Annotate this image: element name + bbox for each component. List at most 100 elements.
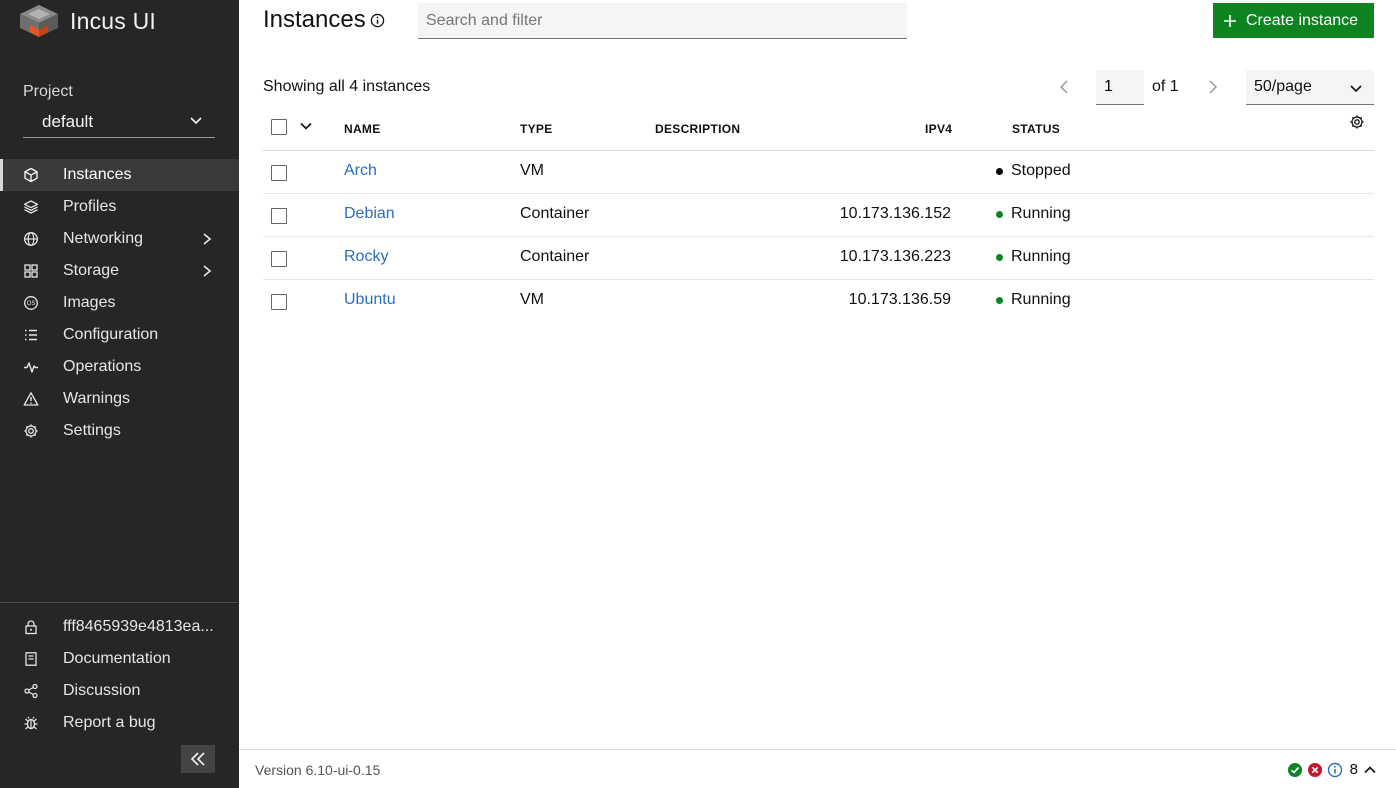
column-header-ipv4[interactable]: IPV4	[925, 122, 952, 136]
create-instance-button[interactable]: Create instance	[1213, 3, 1374, 38]
next-page-icon[interactable]	[1206, 78, 1220, 96]
instance-type: VM	[520, 291, 544, 308]
page-total: of 1	[1152, 78, 1179, 95]
sidebar-item-label: Discussion	[63, 682, 141, 699]
instance-count-summary: Showing all 4 instances	[263, 78, 431, 95]
sidebar: Incus UI Project default Instances Profi…	[0, 0, 239, 788]
sidebar-item-label: Documentation	[63, 650, 171, 667]
instance-name-link[interactable]: Arch	[344, 162, 377, 180]
sidebar-item-configuration[interactable]: Configuration	[0, 319, 239, 351]
table-row: Ubuntu VM 10.173.136.59 Running	[263, 280, 1374, 323]
info-icon[interactable]	[370, 13, 385, 28]
sidebar-item-documentation[interactable]: Documentation	[0, 643, 239, 675]
sidebar-item-label: Instances	[63, 166, 132, 183]
sidebar-item-label: Warnings	[63, 390, 130, 407]
networking-icon	[24, 232, 38, 246]
status-bar: Version 6.10-ui-0.15 8	[239, 749, 1396, 788]
settings-icon	[24, 424, 38, 438]
page-title: Instances	[263, 6, 366, 33]
sidebar-item-label: Images	[63, 294, 116, 311]
select-all-checkbox[interactable]	[271, 119, 287, 135]
gear-icon[interactable]	[1349, 114, 1365, 130]
project-label: Project	[23, 83, 73, 100]
instance-ipv4: 10.173.136.152	[839, 205, 951, 222]
double-chevron-left-icon	[190, 752, 205, 766]
sidebar-item-warnings[interactable]: Warnings	[0, 383, 239, 415]
info-icon	[1327, 762, 1342, 777]
row-checkbox[interactable]	[271, 251, 287, 267]
instance-name-link[interactable]: Debian	[344, 205, 395, 223]
chevron-down-icon[interactable]	[299, 119, 313, 133]
instances-icon	[24, 167, 38, 183]
column-header-description[interactable]: DESCRIPTION	[655, 122, 740, 136]
success-icon	[1287, 762, 1302, 777]
plus-icon	[1224, 14, 1236, 27]
instance-type: Container	[520, 205, 590, 222]
status-dot	[996, 296, 1003, 304]
status-badge: Running	[996, 248, 1071, 266]
page-number-input[interactable]	[1096, 70, 1144, 105]
svg-text:OS: OS	[27, 300, 36, 307]
sidebar-item-storage[interactable]: Storage	[0, 255, 239, 287]
sidebar-item-report-bug[interactable]: Report a bug	[0, 707, 239, 739]
main-nav: Instances Profiles Networking Storage OS…	[0, 159, 239, 447]
operations-icon	[24, 362, 38, 373]
status-label: Running	[1011, 205, 1071, 222]
sidebar-item-operations[interactable]: Operations	[0, 351, 239, 383]
per-page-value: 50/page	[1254, 78, 1312, 95]
status-badge: Running	[996, 291, 1071, 309]
column-header-type[interactable]: TYPE	[520, 122, 553, 136]
instance-name-link[interactable]: Rocky	[344, 248, 388, 266]
instance-type: Container	[520, 248, 590, 265]
row-checkbox[interactable]	[271, 294, 287, 310]
sidebar-item-networking[interactable]: Networking	[0, 223, 239, 255]
instance-ipv4: 10.173.136.59	[848, 291, 951, 308]
sidebar-item-discussion[interactable]: Discussion	[0, 675, 239, 707]
sidebar-item-label: Networking	[63, 230, 144, 247]
search-input[interactable]	[418, 3, 907, 39]
sidebar-item-label: Storage	[63, 262, 120, 279]
table-header: NAME TYPE DESCRIPTION IPV4 STATUS	[263, 108, 1374, 151]
table-row: Rocky Container 10.173.136.223 Running	[263, 237, 1374, 280]
previous-page-icon[interactable]	[1057, 78, 1071, 96]
status-dot	[996, 210, 1003, 218]
per-page-select[interactable]: 50/page	[1246, 70, 1374, 105]
lock-icon	[25, 620, 37, 635]
row-checkbox[interactable]	[271, 165, 287, 181]
notification-count: 8	[1349, 761, 1358, 778]
error-icon	[1307, 762, 1322, 777]
chevron-right-icon	[203, 233, 212, 245]
main-content: Instances Create instance Showing all 4 …	[239, 0, 1396, 788]
column-header-name[interactable]: NAME	[344, 122, 381, 136]
create-instance-label: Create instance	[1246, 11, 1359, 29]
images-icon: OS	[24, 296, 38, 310]
chevron-up-icon	[1364, 765, 1376, 773]
instance-ipv4: 10.173.136.223	[839, 248, 951, 265]
brand[interactable]: Incus UI	[18, 2, 156, 40]
row-checkbox[interactable]	[271, 208, 287, 224]
app-name: Incus UI	[70, 7, 156, 34]
sidebar-item-profiles[interactable]: Profiles	[0, 191, 239, 223]
status-label: Stopped	[1011, 162, 1071, 179]
instance-type: VM	[520, 162, 544, 179]
sidebar-item-label: Settings	[63, 422, 121, 439]
notifications-toggle[interactable]: 8	[1287, 761, 1378, 778]
sidebar-item-settings[interactable]: Settings	[0, 415, 239, 447]
project-value: default	[42, 111, 94, 131]
status-dot	[996, 167, 1003, 175]
status-badge: Running	[996, 205, 1071, 223]
configuration-icon	[25, 329, 37, 341]
instance-name-link[interactable]: Ubuntu	[344, 291, 396, 309]
status-label: Running	[1011, 291, 1071, 308]
project-select[interactable]: default	[23, 106, 215, 138]
collapse-sidebar-button[interactable]	[181, 745, 215, 773]
column-header-status[interactable]: STATUS	[1012, 122, 1060, 136]
documentation-icon	[25, 652, 37, 666]
sidebar-item-identity[interactable]: fff8465939e4813ea...	[0, 611, 239, 643]
sidebar-item-label: Operations	[63, 358, 142, 375]
sidebar-item-label: Configuration	[63, 326, 159, 343]
sidebar-divider	[0, 602, 239, 603]
version-text: Version 6.10-ui-0.15	[255, 762, 381, 778]
sidebar-item-images[interactable]: OS Images	[0, 287, 239, 319]
sidebar-item-instances[interactable]: Instances	[0, 159, 239, 191]
